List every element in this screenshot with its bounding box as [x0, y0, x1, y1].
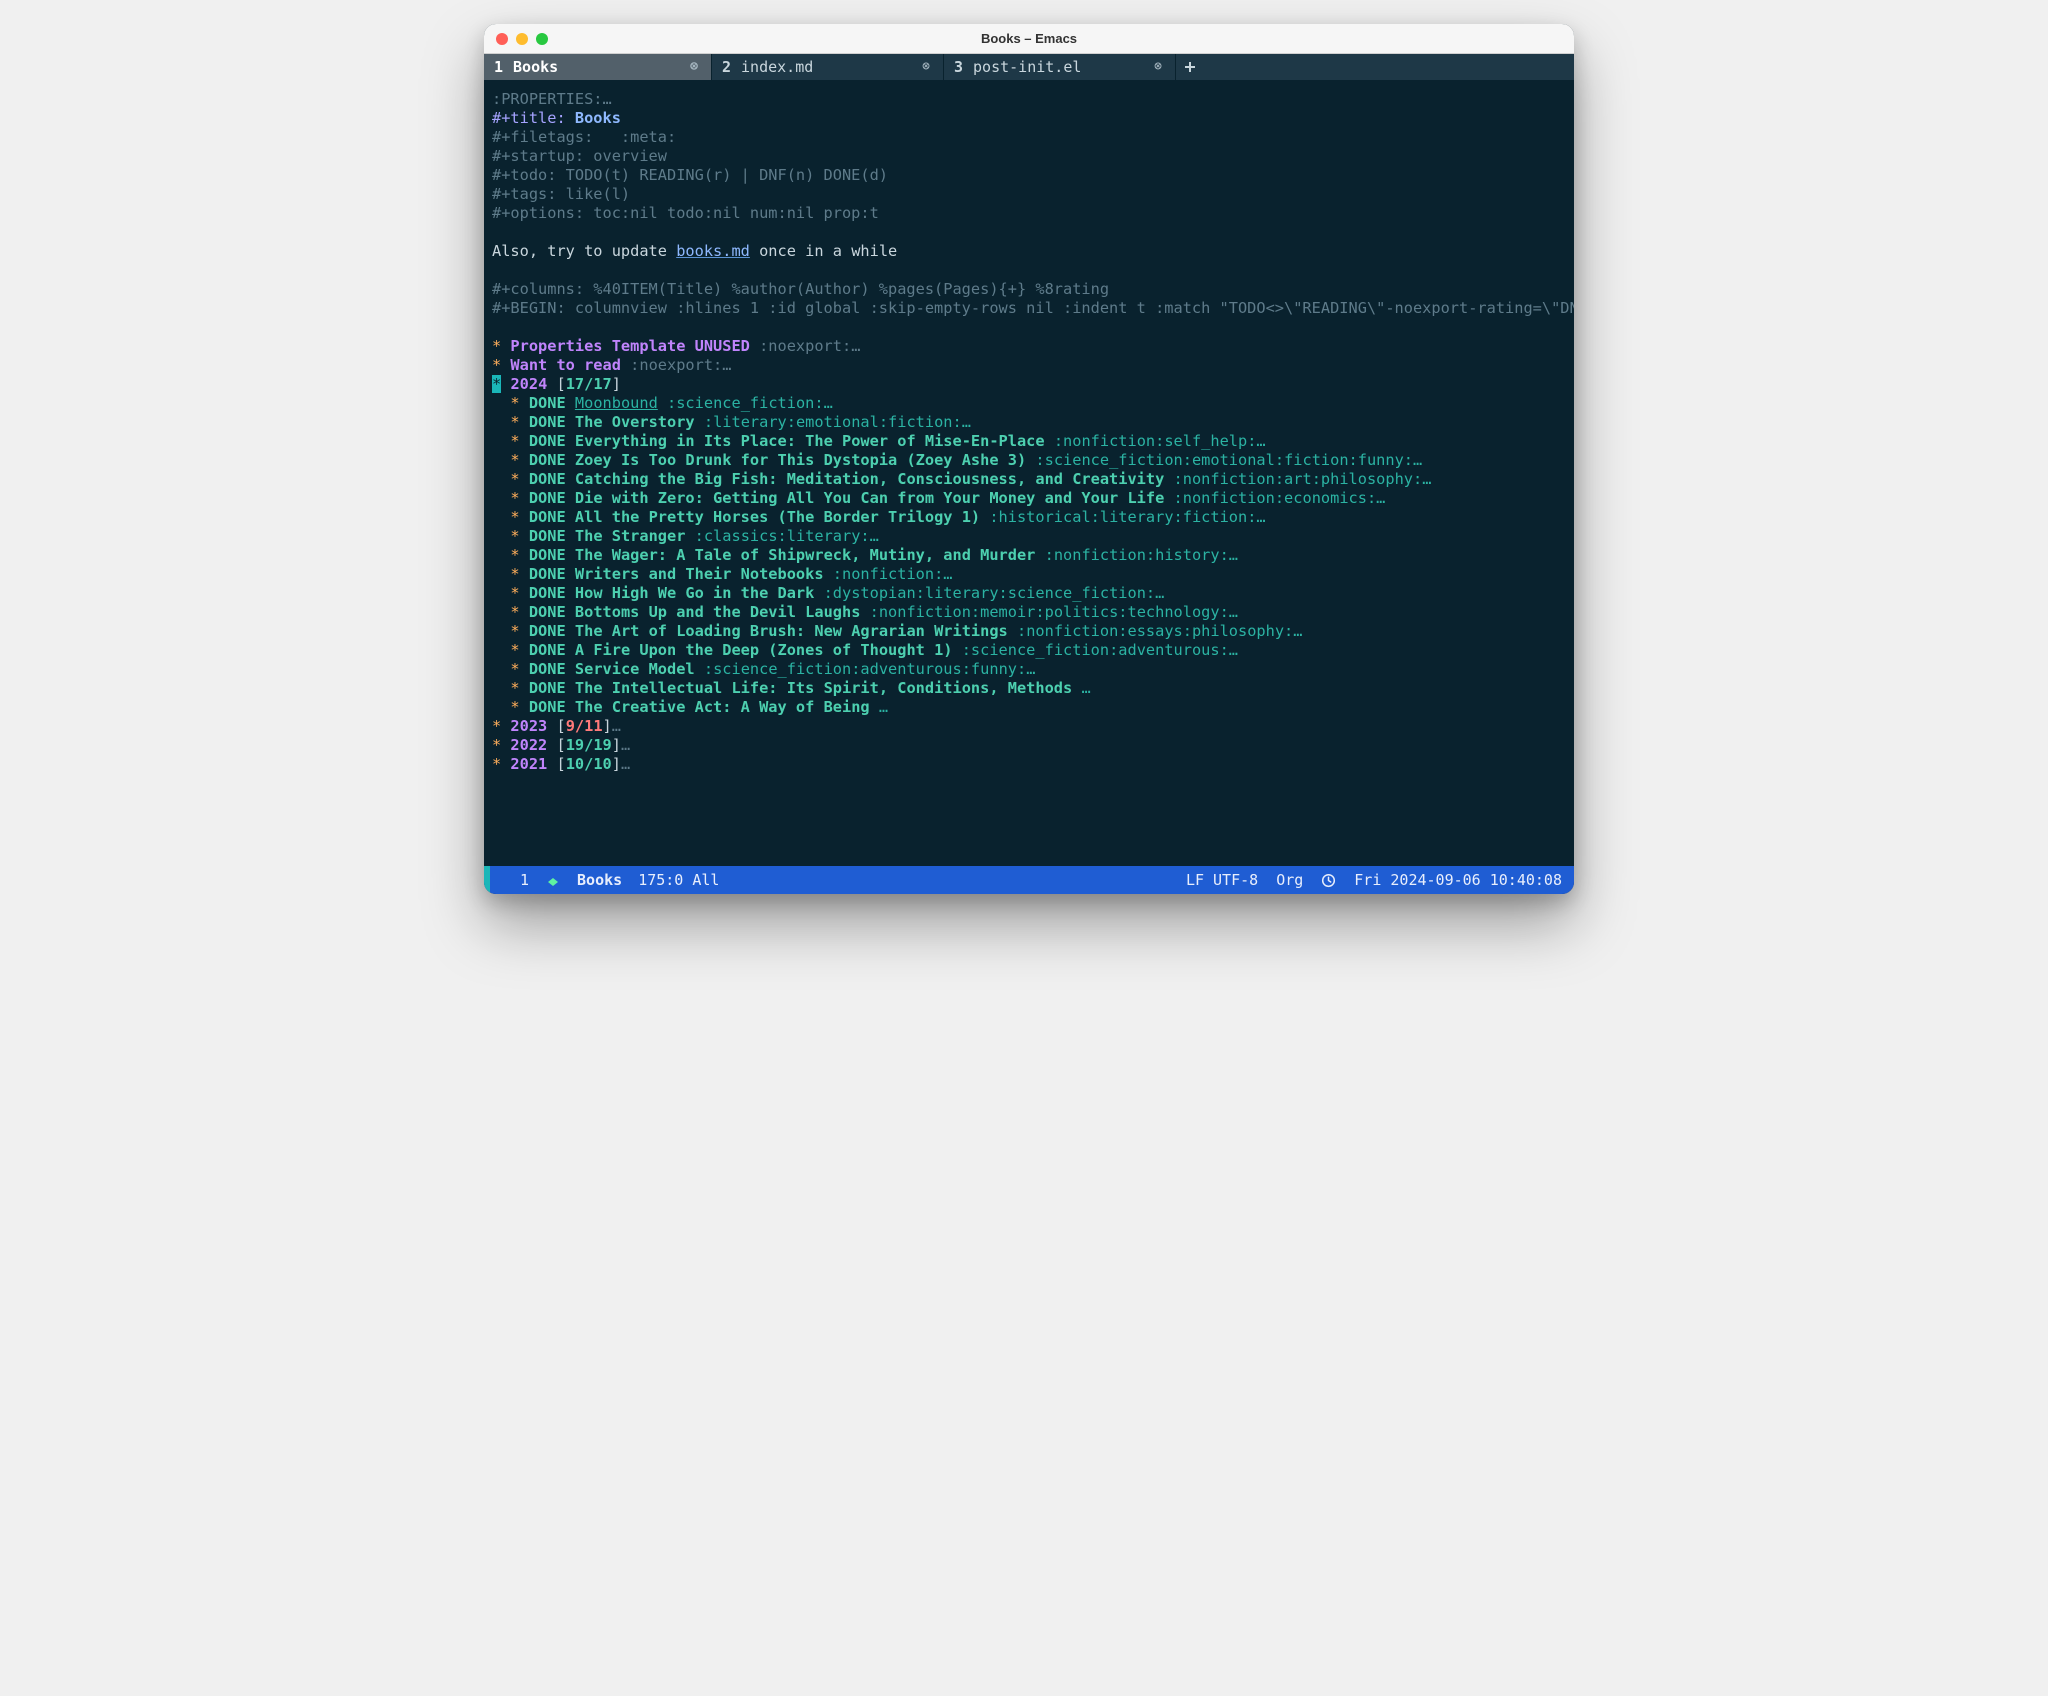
emacs-window: Books – Emacs 1 Books ⊗ 2 index.md ⊗ 3 p…	[484, 24, 1574, 894]
modeline-mode: Org	[1276, 871, 1303, 889]
entry-row: * DONE Catching the Big Fish: Meditation…	[484, 470, 1574, 489]
tab-label: Books	[513, 58, 558, 76]
entry-row: * DONE Die with Zero: Getting All You Ca…	[484, 489, 1574, 508]
heading-0: * Properties Template UNUSED :noexport:…	[484, 337, 1574, 356]
clock-icon	[1321, 873, 1336, 888]
modeline-clock: Fri 2024-09-06 10:40:08	[1354, 871, 1562, 889]
close-icon[interactable]: ⊗	[1151, 60, 1165, 74]
heading-2024: * 2024 [17/17]	[484, 375, 1574, 394]
tab-bar: 1 Books ⊗ 2 index.md ⊗ 3 post-init.el ⊗	[484, 54, 1574, 80]
entry-row: * DONE The Overstory :literary:emotional…	[484, 413, 1574, 432]
entry-row: * DONE The Stranger :classics:literary:…	[484, 527, 1574, 546]
heading-1: * Want to read :noexport:…	[484, 356, 1574, 375]
cursor: *	[492, 375, 501, 393]
entry-row: * DONE How High We Go in the Dark :dysto…	[484, 584, 1574, 603]
close-icon[interactable]: ⊗	[919, 60, 933, 74]
entry-row: * DONE The Intellectual Life: Its Spirit…	[484, 679, 1574, 698]
modeline-accent	[484, 866, 490, 894]
tab-books[interactable]: 1 Books ⊗	[484, 54, 712, 80]
entry-row: * DONE Everything in Its Place: The Powe…	[484, 432, 1574, 451]
close-icon[interactable]: ⊗	[687, 60, 701, 74]
modeline-file: Books	[577, 871, 622, 889]
entry-row: * DONE A Fire Upon the Deep (Zones of Th…	[484, 641, 1574, 660]
tab-label: index.md	[741, 58, 813, 76]
link-first-entry[interactable]: Moonbound	[575, 394, 658, 412]
mac-titlebar: Books – Emacs	[484, 24, 1574, 54]
window-title: Books – Emacs	[484, 31, 1574, 47]
entry-row: * DONE Writers and Their Notebooks :nonf…	[484, 565, 1574, 584]
add-tab-button[interactable]	[1176, 54, 1204, 80]
entry-row: * DONE All the Pretty Horses (The Border…	[484, 508, 1574, 527]
tab-post-init[interactable]: 3 post-init.el ⊗	[944, 54, 1176, 80]
entry-row: * DONE Bottoms Up and the Devil Laughs :…	[484, 603, 1574, 622]
editor-buffer[interactable]: :PROPERTIES:…#+title: Books#+filetags: :…	[484, 80, 1574, 866]
modeline-pos: 175:0 All	[638, 871, 719, 889]
tab-index-md[interactable]: 2 index.md ⊗	[712, 54, 944, 80]
heading-2022: * 2022 [19/19]…	[484, 736, 1574, 755]
entry-row: * DONE The Art of Loading Brush: New Agr…	[484, 622, 1574, 641]
modeline: 1 Books 175:0 All LF UTF-8 Org Fri 2024-…	[484, 866, 1574, 894]
modeline-buffer-num: 1	[520, 871, 529, 889]
entry-row: * DONE Zoey Is Too Drunk for This Dystop…	[484, 451, 1574, 470]
link-books-md[interactable]: books.md	[676, 242, 750, 260]
branch-icon	[545, 872, 561, 888]
modeline-eol: LF UTF-8	[1186, 871, 1258, 889]
entry-row: * DONE Service Model :science_fiction:ad…	[484, 660, 1574, 679]
heading-2023: * 2023 [9/11]…	[484, 717, 1574, 736]
heading-2021: * 2021 [10/10]…	[484, 755, 1574, 774]
tab-label: post-init.el	[973, 58, 1081, 76]
entry-row: * DONE The Wager: A Tale of Shipwreck, M…	[484, 546, 1574, 565]
entry-row: * DONE Moonbound :science_fiction:…	[484, 394, 1574, 413]
entry-row: * DONE The Creative Act: A Way of Being …	[484, 698, 1574, 717]
